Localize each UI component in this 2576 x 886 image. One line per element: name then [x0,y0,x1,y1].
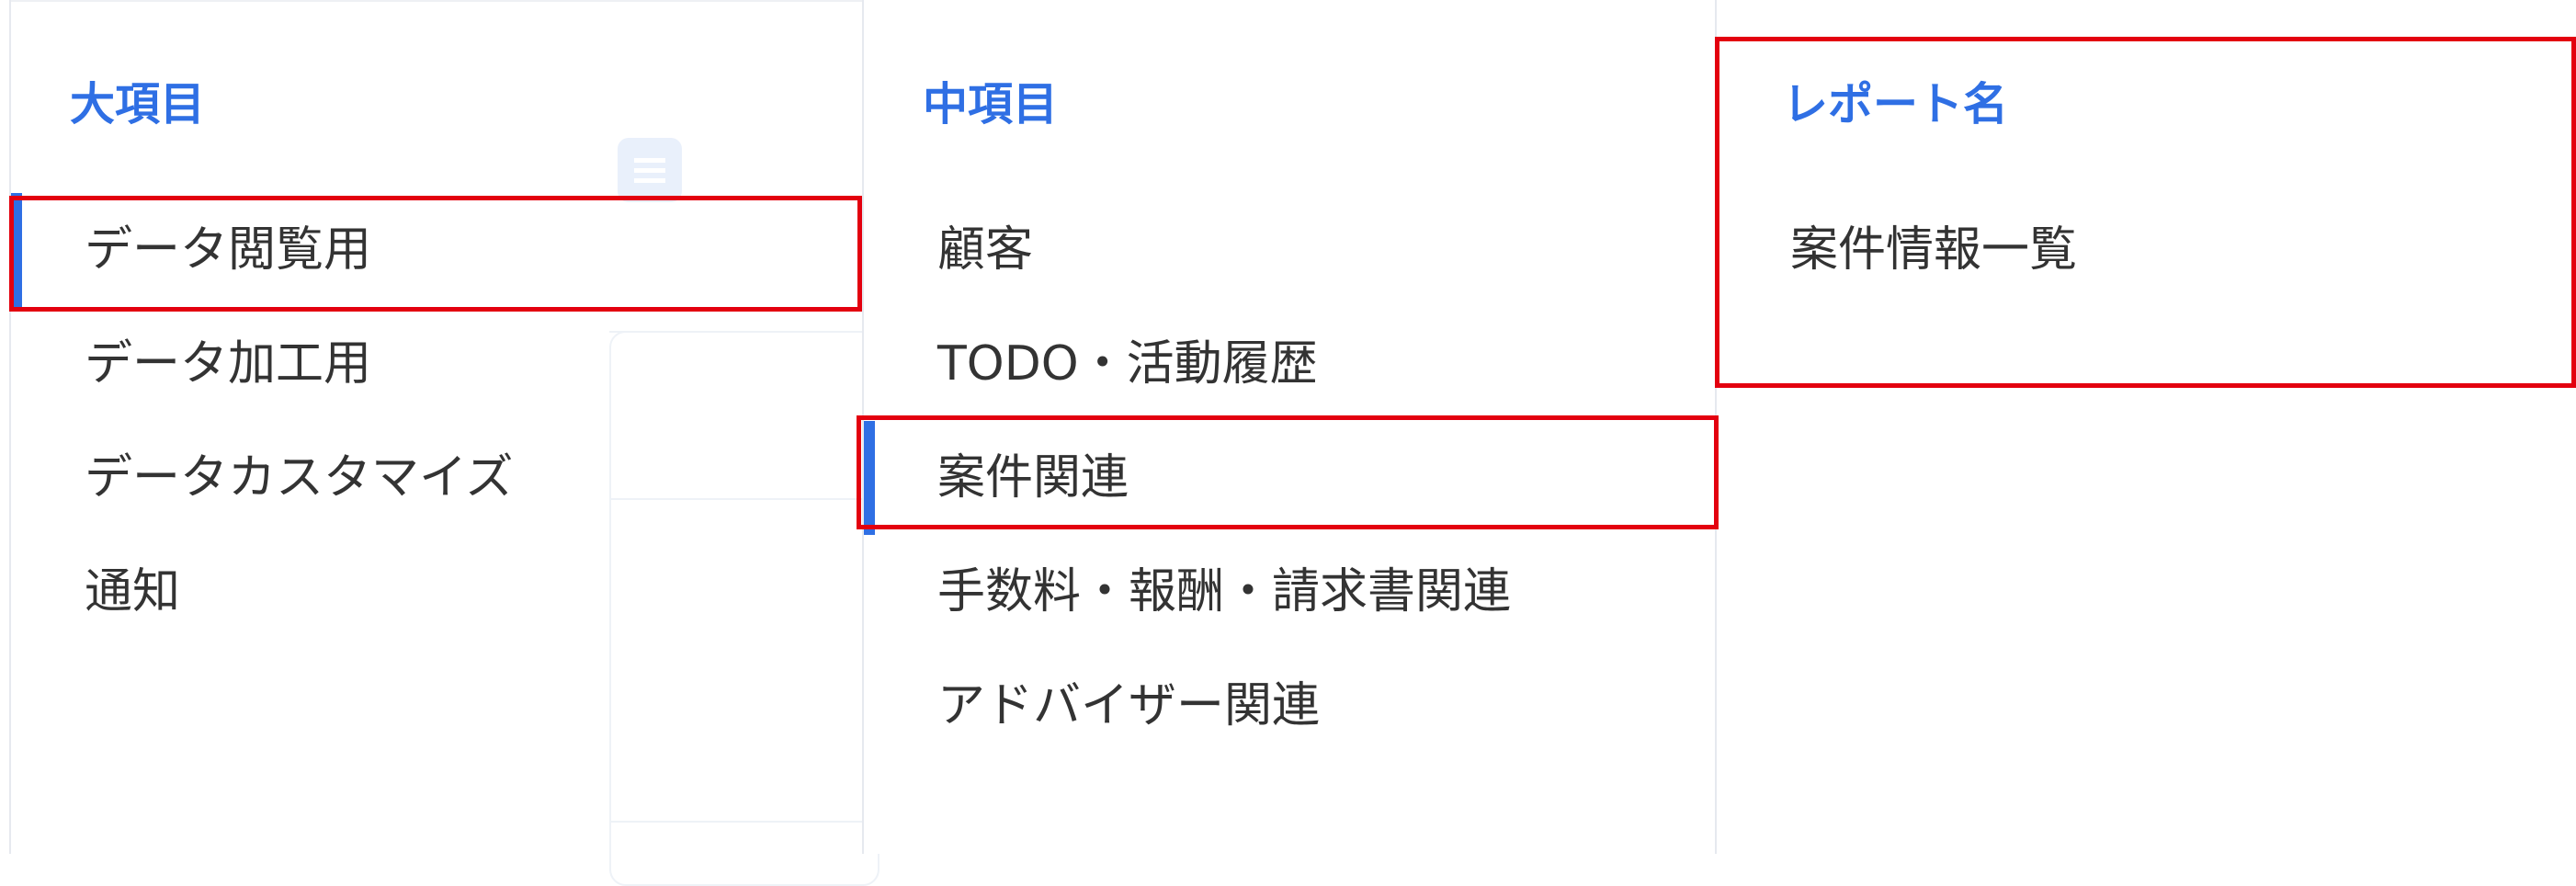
major-item-data-view[interactable]: データ閲覧用 [11,193,864,307]
report-name-header: レポート名 [1783,78,2009,131]
middle-item-advisor-related[interactable]: アドバイザー関連 [864,649,1717,763]
middle-category-column: 中項目 顧客 TODO・活動履歴 案件関連 手数料・報酬・請求書関連 アドバイザ… [862,0,1717,854]
middle-category-header: 中項目 [923,78,1059,131]
middle-item-label: 案件関連 [937,450,1129,505]
middle-item-customer[interactable]: 顧客 [864,193,1717,307]
middle-item-label: アドバイザー関連 [937,678,1321,733]
major-item-data-processing[interactable]: データ加工用 [11,307,864,421]
report-name-column: レポート名 案件情報一覧 [1715,0,2576,854]
middle-item-fees-invoices[interactable]: 手数料・報酬・請求書関連 [864,535,1717,649]
major-item-label: データ閲覧用 [85,222,372,278]
middle-item-deal-related[interactable]: 案件関連 [864,421,1717,535]
major-item-data-customize[interactable]: データカスタマイズ [11,421,864,535]
major-category-header: 大項目 [70,78,206,131]
major-item-label: データ加工用 [85,336,372,392]
middle-item-label: 顧客 [937,222,1034,278]
major-category-column: 大項目 データ閲覧用 データ加工用 データカスタマイズ 通知 [9,0,864,854]
middle-item-label: TODO・活動履歴 [937,336,1318,392]
major-item-notification[interactable]: 通知 [11,535,864,649]
middle-item-label: 手数料・報酬・請求書関連 [937,564,1512,619]
middle-item-todo-history[interactable]: TODO・活動履歴 [864,307,1717,421]
report-item-deal-list[interactable]: 案件情報一覧 [1717,193,2576,307]
report-item-label: 案件情報一覧 [1790,222,2078,278]
major-item-label: データカスタマイズ [85,450,514,505]
major-item-label: 通知 [85,564,181,619]
